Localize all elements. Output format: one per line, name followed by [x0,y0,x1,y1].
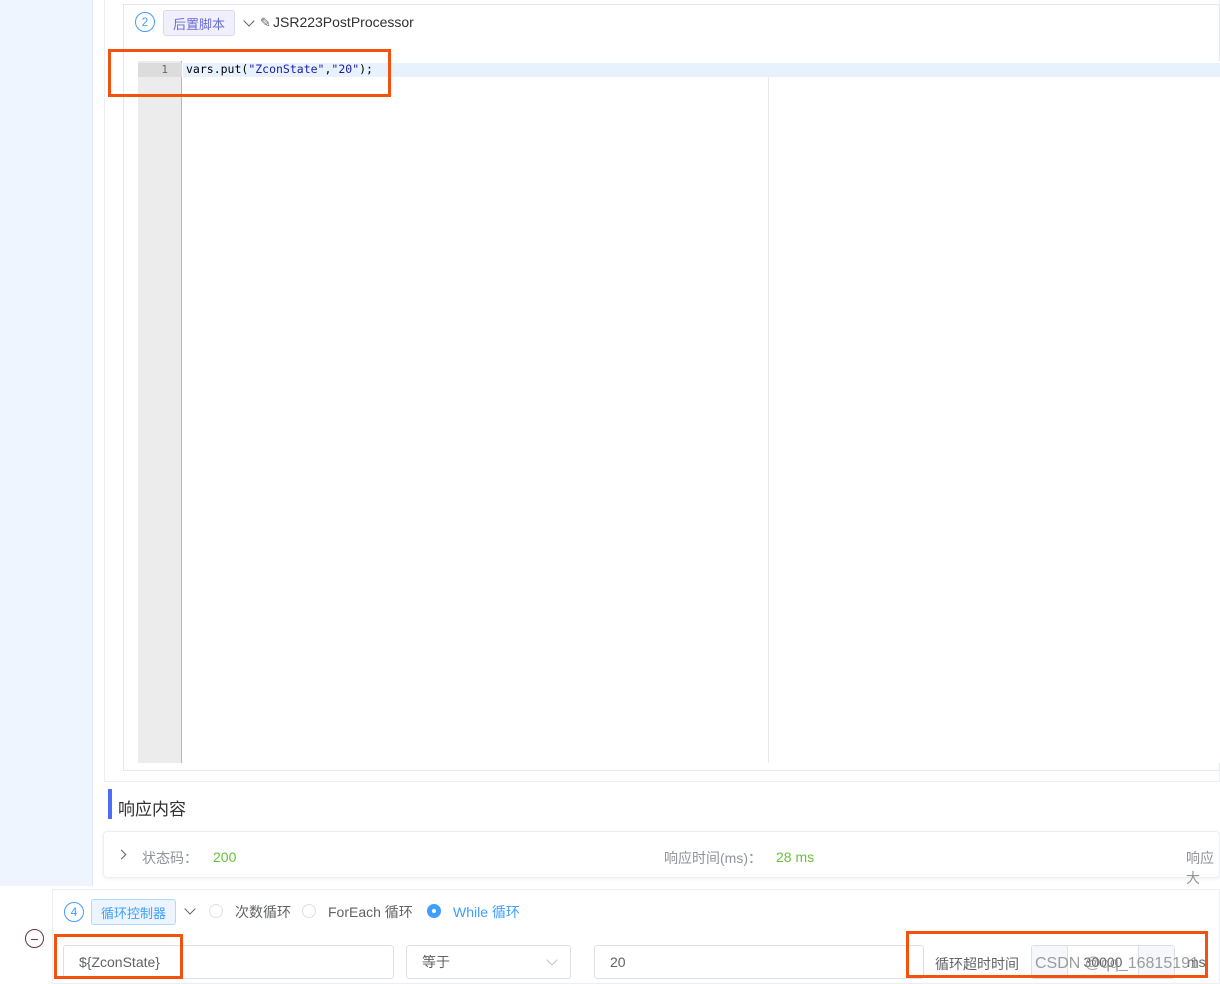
chevron-right-icon[interactable] [116,849,127,860]
response-size-label: 响应大 [1186,850,1214,886]
while-value-input[interactable]: 20 [594,945,924,979]
watermark: CSDN @qq_16815191 [1035,955,1199,972]
response-summary-bar[interactable]: 状态码： 200 响应时间(ms)： 28 ms 响应大 [103,831,1220,886]
editor-gutter [138,61,182,763]
status-code-value: 200 [213,849,237,865]
processor-name[interactable]: JSR223PostProcessor [273,14,414,30]
chevron-down-icon[interactable] [243,15,255,27]
step-number-badge: 2 [135,12,155,32]
post-script-tag: 后置脚本 [163,10,236,36]
remove-circle-icon[interactable]: − [25,929,44,948]
left-background [0,0,92,886]
radio-label-foreach-loop[interactable]: ForEach 循环 [328,902,413,922]
section-accent-bar [108,789,112,819]
response-time-value: 28 ms [776,849,815,865]
step-number-badge: 4 [64,902,84,922]
radio-foreach-loop[interactable] [302,904,316,918]
radio-while-loop[interactable] [427,904,441,918]
radio-label-while-loop[interactable]: While 循环 [453,902,520,922]
operator-value: 等于 [422,954,450,970]
status-code-label: 状态码： [142,850,198,866]
radio-count-loop[interactable] [209,904,223,918]
operator-select[interactable]: 等于 [406,945,571,979]
edit-icon[interactable]: ✎ [260,15,271,31]
code-editor[interactable]: 1 vars.put("ZconState","20"); [138,61,1220,763]
annotation-box-code [108,49,391,97]
response-section-title: 响应内容 [118,800,186,819]
radio-label-count-loop[interactable]: 次数循环 [235,902,291,922]
response-time-label: 响应时间(ms)： [664,850,762,866]
annotation-box-variable [54,934,183,979]
chevron-down-icon [546,954,558,966]
print-margin [768,77,769,763]
loop-controller-tag: 循环控制器 [91,899,177,925]
chevron-down-icon[interactable] [184,903,196,915]
